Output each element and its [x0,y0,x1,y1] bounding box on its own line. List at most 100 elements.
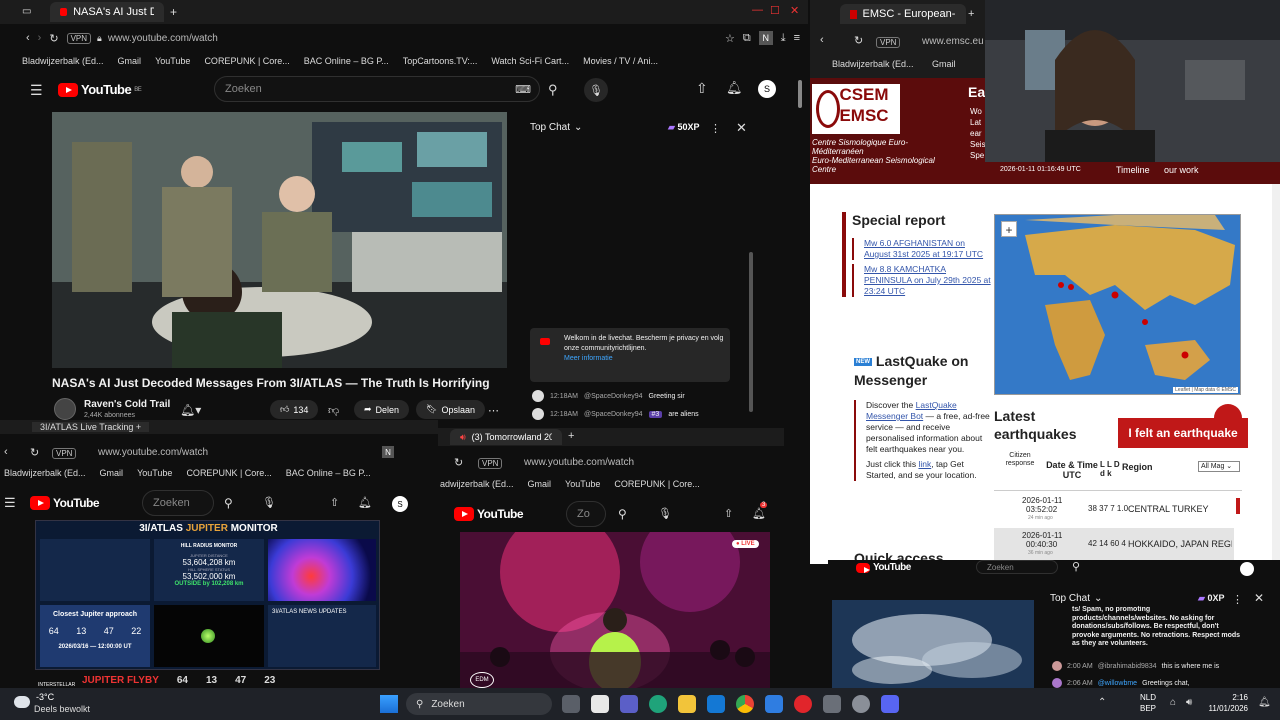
main-active-tab[interactable]: NASA's AI Just Decode [50,2,164,22]
nav-our-work[interactable]: our work [1164,165,1199,175]
extension-icon[interactable]: ⧉ [743,32,751,45]
discord-icon[interactable] [881,695,899,713]
magnitude-filter[interactable]: All Mag ⌄ [1198,461,1240,472]
earth-avatar[interactable] [1240,562,1254,576]
tml-reload-icon[interactable]: ↻ [454,456,463,469]
microphone-icon[interactable]: 🎙︎ [584,78,608,102]
bookmark-item[interactable]: Movies / TV / Ani... [583,56,658,66]
atlas-youtube-logo[interactable]: YouTube [30,496,100,510]
taskbar-search[interactable]: ⚲ Zoeken [406,693,552,715]
bookmark-item[interactable]: Gmail [528,479,552,489]
tml-upload-icon[interactable]: ⇧ [724,507,733,520]
volume-icon[interactable]: 🔊︎ [1186,697,1192,708]
earth-chat-header[interactable]: Top Chat ⌄ [1050,593,1102,604]
bookmark-item[interactable]: Gmail [100,468,124,478]
network-icon[interactable]: ⌂ [1170,697,1176,708]
emsc-back-icon[interactable]: ‹ [820,34,824,46]
emsc-logo[interactable]: CSEM EMSC [812,84,900,134]
message-user[interactable]: @willowbme [1098,680,1137,687]
report-link[interactable]: Mw 6.0 AFGHANISTAN on August 31st 2025 a… [852,238,992,260]
chat-close-icon[interactable]: ✕ [736,120,747,136]
tml-notifications-icon[interactable]: 🔔︎ [752,507,766,520]
map-attribution[interactable]: Leaflet | Map data © EMSC [1173,387,1238,393]
earth-chat-more-icon[interactable]: ⋮ [1232,593,1243,606]
onedrive-icon[interactable] [765,695,783,713]
bookmark-item[interactable]: BAC Online – BG P... [304,56,389,66]
atlas-tab-title[interactable]: 3I/ATLAS Live Tracking + [32,422,150,432]
atlas-upload-icon[interactable]: ⇧ [330,496,339,509]
bookmark-item[interactable]: YouTube [137,468,172,478]
weather-icon[interactable] [14,696,30,708]
sidebar-icon[interactable]: ▭ [22,6,31,17]
main-url-box[interactable]: VPN 🔒︎ www.youtube.com/watch [66,32,717,44]
share-button[interactable]: ➦ Delen [354,400,410,419]
channel-avatar[interactable] [54,398,76,420]
atlas-search-icon[interactable]: ⚲ [224,496,233,510]
maximize-icon[interactable]: ☐ [770,4,780,17]
tml-url-text[interactable]: www.youtube.com/watch [524,457,634,468]
tml-video-player[interactable]: ● LIVE EDM [460,532,770,690]
bookmark-item[interactable]: BAC Online – BG P... [286,468,371,478]
message-user[interactable]: @SpaceDonkey94 [584,411,642,418]
store-icon[interactable] [591,695,609,713]
nav-timeline[interactable]: Timeline [1116,165,1150,175]
table-row[interactable]: 2026-01-11 03:52:02 24 min ago 38 37 7 1… [994,494,1234,524]
bookmark-item[interactable]: YouTube [565,479,600,489]
bookmark-item[interactable]: Watch Sci-Fi Cart... [491,56,569,66]
menu-icon[interactable]: ≡ [794,32,800,44]
atlas-hamburger-icon[interactable]: ☰ [4,495,16,511]
get-started-link[interactable]: link [918,459,931,469]
felt-earthquake-button[interactable]: I felt an earthquake [1118,418,1248,448]
start-icon[interactable] [380,695,398,713]
calculator-icon[interactable] [823,695,841,713]
tray-chevron-up-icon[interactable]: ⌃ [1098,697,1106,708]
search-icon[interactable]: ⚲ [548,82,558,98]
bookmark-item[interactable]: COREPUNK | Core... [614,479,699,489]
map-zoom-in-button[interactable]: + [1001,221,1017,237]
tml-search-icon[interactable]: ⚲ [618,507,627,521]
chrome-icon[interactable] [736,695,754,713]
youtube-logo[interactable]: YouTube BE [58,82,142,97]
profile-n-icon[interactable]: N [758,31,773,45]
search-input[interactable]: Zoeken ⌨ [214,76,540,102]
bookmark-item[interactable]: Gmail [118,56,142,66]
video-player[interactable] [52,112,507,368]
tml-vpn-badge[interactable]: VPN [478,458,503,469]
chat-header[interactable]: Top Chat ⌄ [530,122,582,133]
earth-video-player[interactable] [832,600,1034,688]
earth-youtube-logo[interactable]: YouTube [856,562,911,573]
more-info-link[interactable]: Meer informatie [564,355,613,362]
atlas-url-text[interactable]: www.youtube.com/watch [98,447,208,458]
bookmark-item[interactable]: adwijzerbalk (Ed... [440,479,514,489]
avatar[interactable]: S [758,80,776,98]
emsc-url-text[interactable]: www.emsc.eu [922,36,984,47]
emsc-active-tab[interactable]: EMSC - European-Mediter [840,4,966,24]
opera-icon[interactable] [794,695,812,713]
page-scrollbar[interactable] [1272,184,1280,564]
forward-icon[interactable]: › [38,32,42,44]
bookmark-item[interactable]: TopCartoons.TV:... [403,56,478,66]
atlas-microphone-icon[interactable]: 🎙︎ [262,496,276,509]
upload-icon[interactable]: ⇧ [696,80,708,97]
weather-temp[interactable]: -3°C [36,692,54,702]
subscribe-bell-icon[interactable]: 🔔︎▾ [180,403,201,417]
teams-icon[interactable] [620,695,638,713]
new-tab-icon[interactable]: + [170,5,177,19]
xp-badge[interactable]: ▰ 50XP [668,122,699,133]
explorer-icon[interactable] [678,695,696,713]
chat-more-icon[interactable]: ⋮ [710,122,721,135]
tml-youtube-logo[interactable]: YouTube [454,507,524,521]
atlas-vpn-badge[interactable]: VPN [52,448,77,459]
notifications-icon[interactable]: 🔔︎ [726,80,743,96]
save-button[interactable]: 🔖︎ Opslaan [416,400,485,419]
hamburger-icon[interactable]: ☰ [30,82,43,99]
emsc-bookmark-item[interactable]: Gmail [932,59,956,69]
scrollbar[interactable] [798,80,802,108]
bookmark-item[interactable]: COREPUNK | Core... [204,56,289,66]
earthquake-map[interactable]: + Leaflet | Map data © EMSC [994,214,1241,395]
atlas-monitor-video[interactable]: 3I/ATLAS JUPITER MONITOR HILL RADIUS MON… [35,520,380,670]
task-view-icon[interactable] [562,695,580,713]
bookmark-item[interactable]: COREPUNK | Core... [186,468,271,478]
like-button[interactable]: 👍︎ 134 [270,400,319,419]
atlas-avatar[interactable]: S [392,496,408,512]
